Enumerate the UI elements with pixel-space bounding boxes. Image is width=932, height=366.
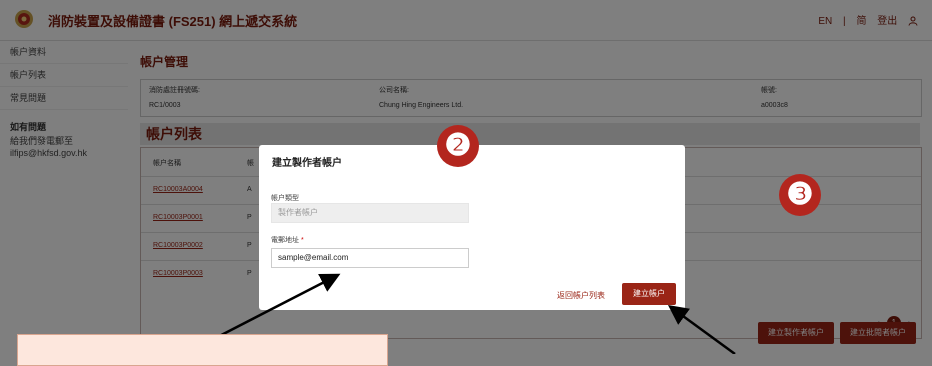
annotation-note-box bbox=[17, 334, 388, 366]
account-type-field: 製作者帳户 bbox=[271, 203, 469, 223]
back-to-list-link[interactable]: 返回帳户列表 bbox=[557, 290, 605, 301]
annotation-badge-3: ❸ bbox=[779, 174, 821, 216]
create-account-button[interactable]: 建立帳户 bbox=[622, 283, 676, 305]
email-label-text: 電郵地址 bbox=[271, 237, 299, 244]
modal-title: 建立製作者帳户 bbox=[272, 158, 342, 169]
annotation-badge-2: ❷ bbox=[437, 125, 479, 167]
create-maker-account-modal: 建立製作者帳户 帳户類型 製作者帳户 電郵地址 * sample@email.c… bbox=[259, 145, 685, 310]
email-input[interactable]: sample@email.com bbox=[271, 248, 469, 268]
required-mark: * bbox=[300, 237, 304, 244]
email-label: 電郵地址 * bbox=[271, 235, 304, 245]
account-type-label: 帳户類型 bbox=[271, 195, 299, 202]
